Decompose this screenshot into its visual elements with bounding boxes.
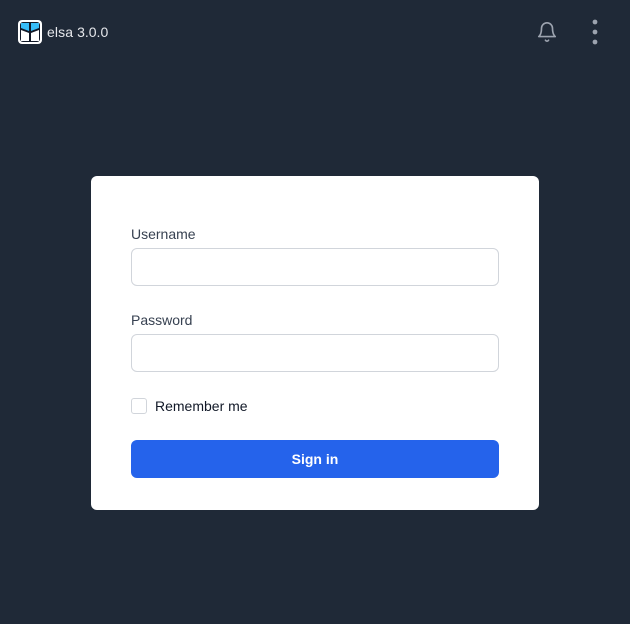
password-label: Password — [131, 312, 193, 328]
notifications-button[interactable] — [534, 19, 560, 45]
brand[interactable]: elsa 3.0.0 — [18, 20, 108, 44]
more-options-button[interactable] — [583, 17, 607, 47]
password-input[interactable] — [131, 334, 499, 372]
remember-me-checkbox[interactable] — [131, 398, 147, 414]
remember-me-label: Remember me — [155, 398, 248, 414]
top-bar: elsa 3.0.0 — [0, 0, 630, 64]
username-label: Username — [131, 226, 196, 242]
app-root: elsa 3.0.0 Username Password Remember me — [0, 0, 630, 624]
app-version: 3.0.0 — [77, 24, 109, 40]
elsa-logo-icon — [18, 20, 42, 44]
username-input[interactable] — [131, 248, 499, 286]
app-name: elsa — [47, 24, 74, 40]
remember-me-toggle[interactable]: Remember me — [131, 398, 248, 414]
sign-in-button[interactable]: Sign in — [131, 440, 499, 478]
vertical-dots-icon — [592, 19, 598, 45]
bell-icon — [537, 22, 557, 42]
login-card: Username Password Remember me Sign in — [91, 176, 539, 510]
